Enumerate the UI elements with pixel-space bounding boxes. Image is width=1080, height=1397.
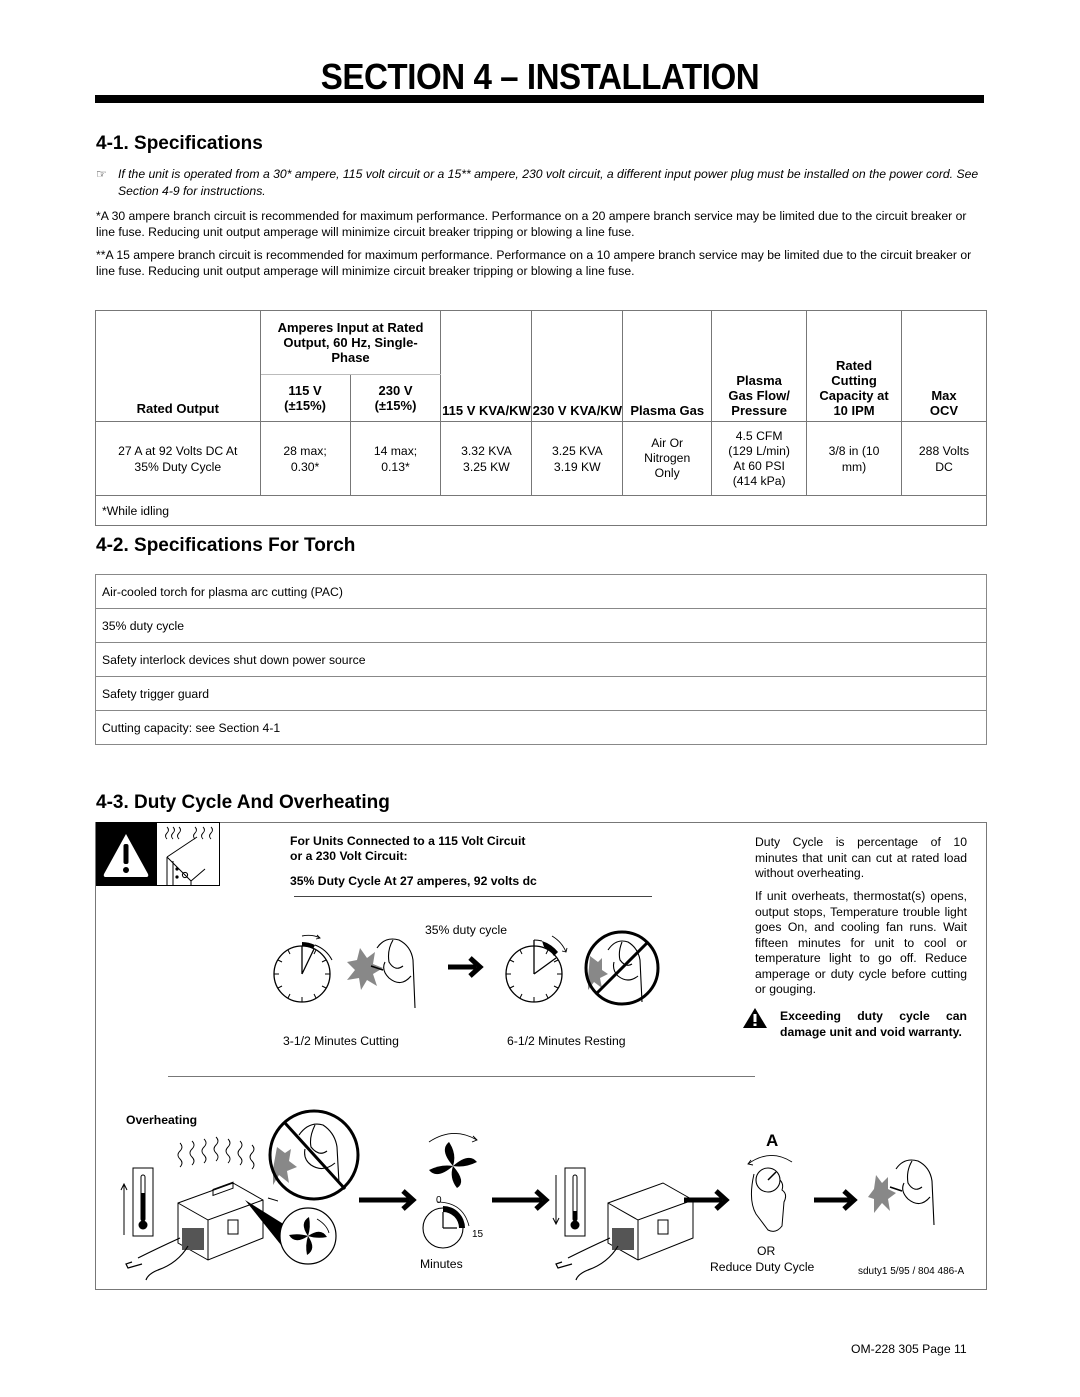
arrow-right-icon (448, 956, 484, 978)
warning-triangle-icon (103, 834, 149, 877)
section-4-2-heading: 4-2. Specifications For Torch (96, 535, 356, 556)
or-label: OR (757, 1244, 776, 1258)
torch-spec-row: Safety interlock devices shut down power… (95, 642, 987, 677)
cell-230v-amps: 14 max; 0.13* (349, 421, 442, 496)
duty-heading-line2: or a 230 Volt Circuit: (290, 849, 408, 863)
section-4-3-heading: 4-3. Duty Cycle And Overheating (96, 792, 390, 813)
no-cutting-icon (268, 1109, 360, 1201)
timer-icon (422, 1201, 470, 1249)
caution-icon (743, 1008, 767, 1028)
reduce-duty-cycle-label: Reduce Duty Cycle (710, 1260, 815, 1274)
note: ☞ If the unit is operated from a 30* amp… (96, 166, 986, 198)
header-plasma-gas: Plasma Gas (622, 310, 713, 422)
cell-gas-flow: 4.5 CFM (129 L/min) At 60 PSI (414 kPa) (711, 421, 808, 496)
hot-unit-icon (156, 822, 220, 886)
header-amperes-input: Amperes Input at Rated Output, 60 Hz, Si… (259, 310, 442, 375)
welder-cutting-icon (868, 1159, 935, 1226)
resting-time-label: 6-1/2 Minutes Resting (507, 1034, 626, 1048)
cutting-time-label: 3-1/2 Minutes Cutting (283, 1034, 399, 1048)
clock-resting-icon (505, 935, 568, 1003)
page-title: SECTION 4 – INSTALLATION (320, 56, 760, 97)
minutes-label: Minutes (420, 1257, 463, 1271)
duty-subheading: 35% Duty Cycle At 27 amperes, 92 volts d… (290, 874, 537, 888)
cell-cutting-capacity: 3/8 in (10 mm) (806, 421, 902, 496)
torch-spec-row: Cutting capacity: see Section 4-1 (95, 710, 987, 745)
cell-max-ocv: 288 Volts DC (900, 421, 988, 496)
arrow-right-icon (492, 1189, 550, 1211)
header-max-ocv: Max OCV (900, 310, 988, 422)
welder-cutting-icon (347, 938, 416, 1009)
torch-spec-row: Safety trigger guard (95, 676, 987, 711)
fan-running-icon (428, 1133, 478, 1188)
cooling-fan-icon (279, 1207, 337, 1265)
torch-spec-row: 35% duty cycle (95, 608, 987, 643)
header-230v-amps: 230 V (±15%) (349, 374, 442, 422)
clock-cutting-icon (273, 934, 333, 1003)
overheating-label: Overheating (126, 1113, 198, 1127)
header-115v-amps: 115 V (±15%) (259, 374, 351, 422)
duty-heading-line1: For Units Connected to a 115 Volt Circui… (290, 834, 526, 848)
title-rule (95, 95, 984, 103)
arrow-right-icon (684, 1189, 730, 1211)
torch-specs-table: Air-cooled torch for plasma arc cutting … (95, 574, 987, 745)
note-text: If the unit is operated from a 30* amper… (118, 167, 979, 198)
arrow-right-icon (359, 1189, 417, 1211)
pointing-hand-icon: ☞ (96, 167, 107, 181)
duty-heading: For Units Connected to a 115 Volt Circui… (290, 834, 525, 864)
specifications-table: Rated Output Amperes Input at Rated Outp… (95, 310, 988, 526)
cell-plasma-gas: Air Or Nitrogen Only (622, 421, 713, 496)
amperage-label: A (766, 1131, 779, 1150)
header-cutting-capacity: Rated Cutting Capacity at 10 IPM (806, 310, 902, 422)
duty-description: Duty Cycle is percentage of 10 minutes t… (755, 835, 967, 880)
cell-115v-kva: 3.32 KVA 3.25 KW (440, 421, 533, 496)
figure-reference: sduty1 5/95 / 804 486-A (858, 1266, 965, 1277)
warning-block (96, 822, 156, 886)
table-footnote: *While idling (95, 495, 987, 526)
cell-230v-kva: 3.25 KVA 3.19 KW (531, 421, 624, 496)
adjust-knob-icon (747, 1155, 793, 1232)
section-divider (168, 1076, 755, 1077)
page-footer: OM-228 305 Page 11 (851, 1342, 967, 1356)
footnote-30a: *A 30 ampere branch circuit is recommend… (96, 209, 967, 239)
no-cutting-icon (584, 930, 660, 1006)
footnote-15a: **A 15 ampere branch circuit is recommen… (96, 248, 972, 278)
overheat-description: If unit overheats, thermostat(s) opens, … (755, 889, 967, 996)
arrow-right-icon (814, 1189, 858, 1211)
torch-spec-row: Air-cooled torch for plasma arc cutting … (95, 574, 987, 609)
header-gas-flow: Plasma Gas Flow/ Pressure (711, 310, 808, 422)
section-4-1-heading: 4-1. Specifications (96, 133, 263, 154)
header-230v-kva: 230 V KVA/KW (531, 310, 624, 422)
cell-115v-amps: 28 max; 0.30* (259, 421, 351, 496)
cell-rated-output: 27 A at 92 Volts DC At 35% Duty Cycle (95, 421, 261, 496)
header-rated-output: Rated Output (95, 310, 261, 422)
duty-warning: Exceeding duty cycle can damage unit and… (780, 1009, 967, 1039)
header-115v-kva: 115 V KVA/KW (440, 310, 533, 422)
duty-rule (294, 896, 652, 897)
